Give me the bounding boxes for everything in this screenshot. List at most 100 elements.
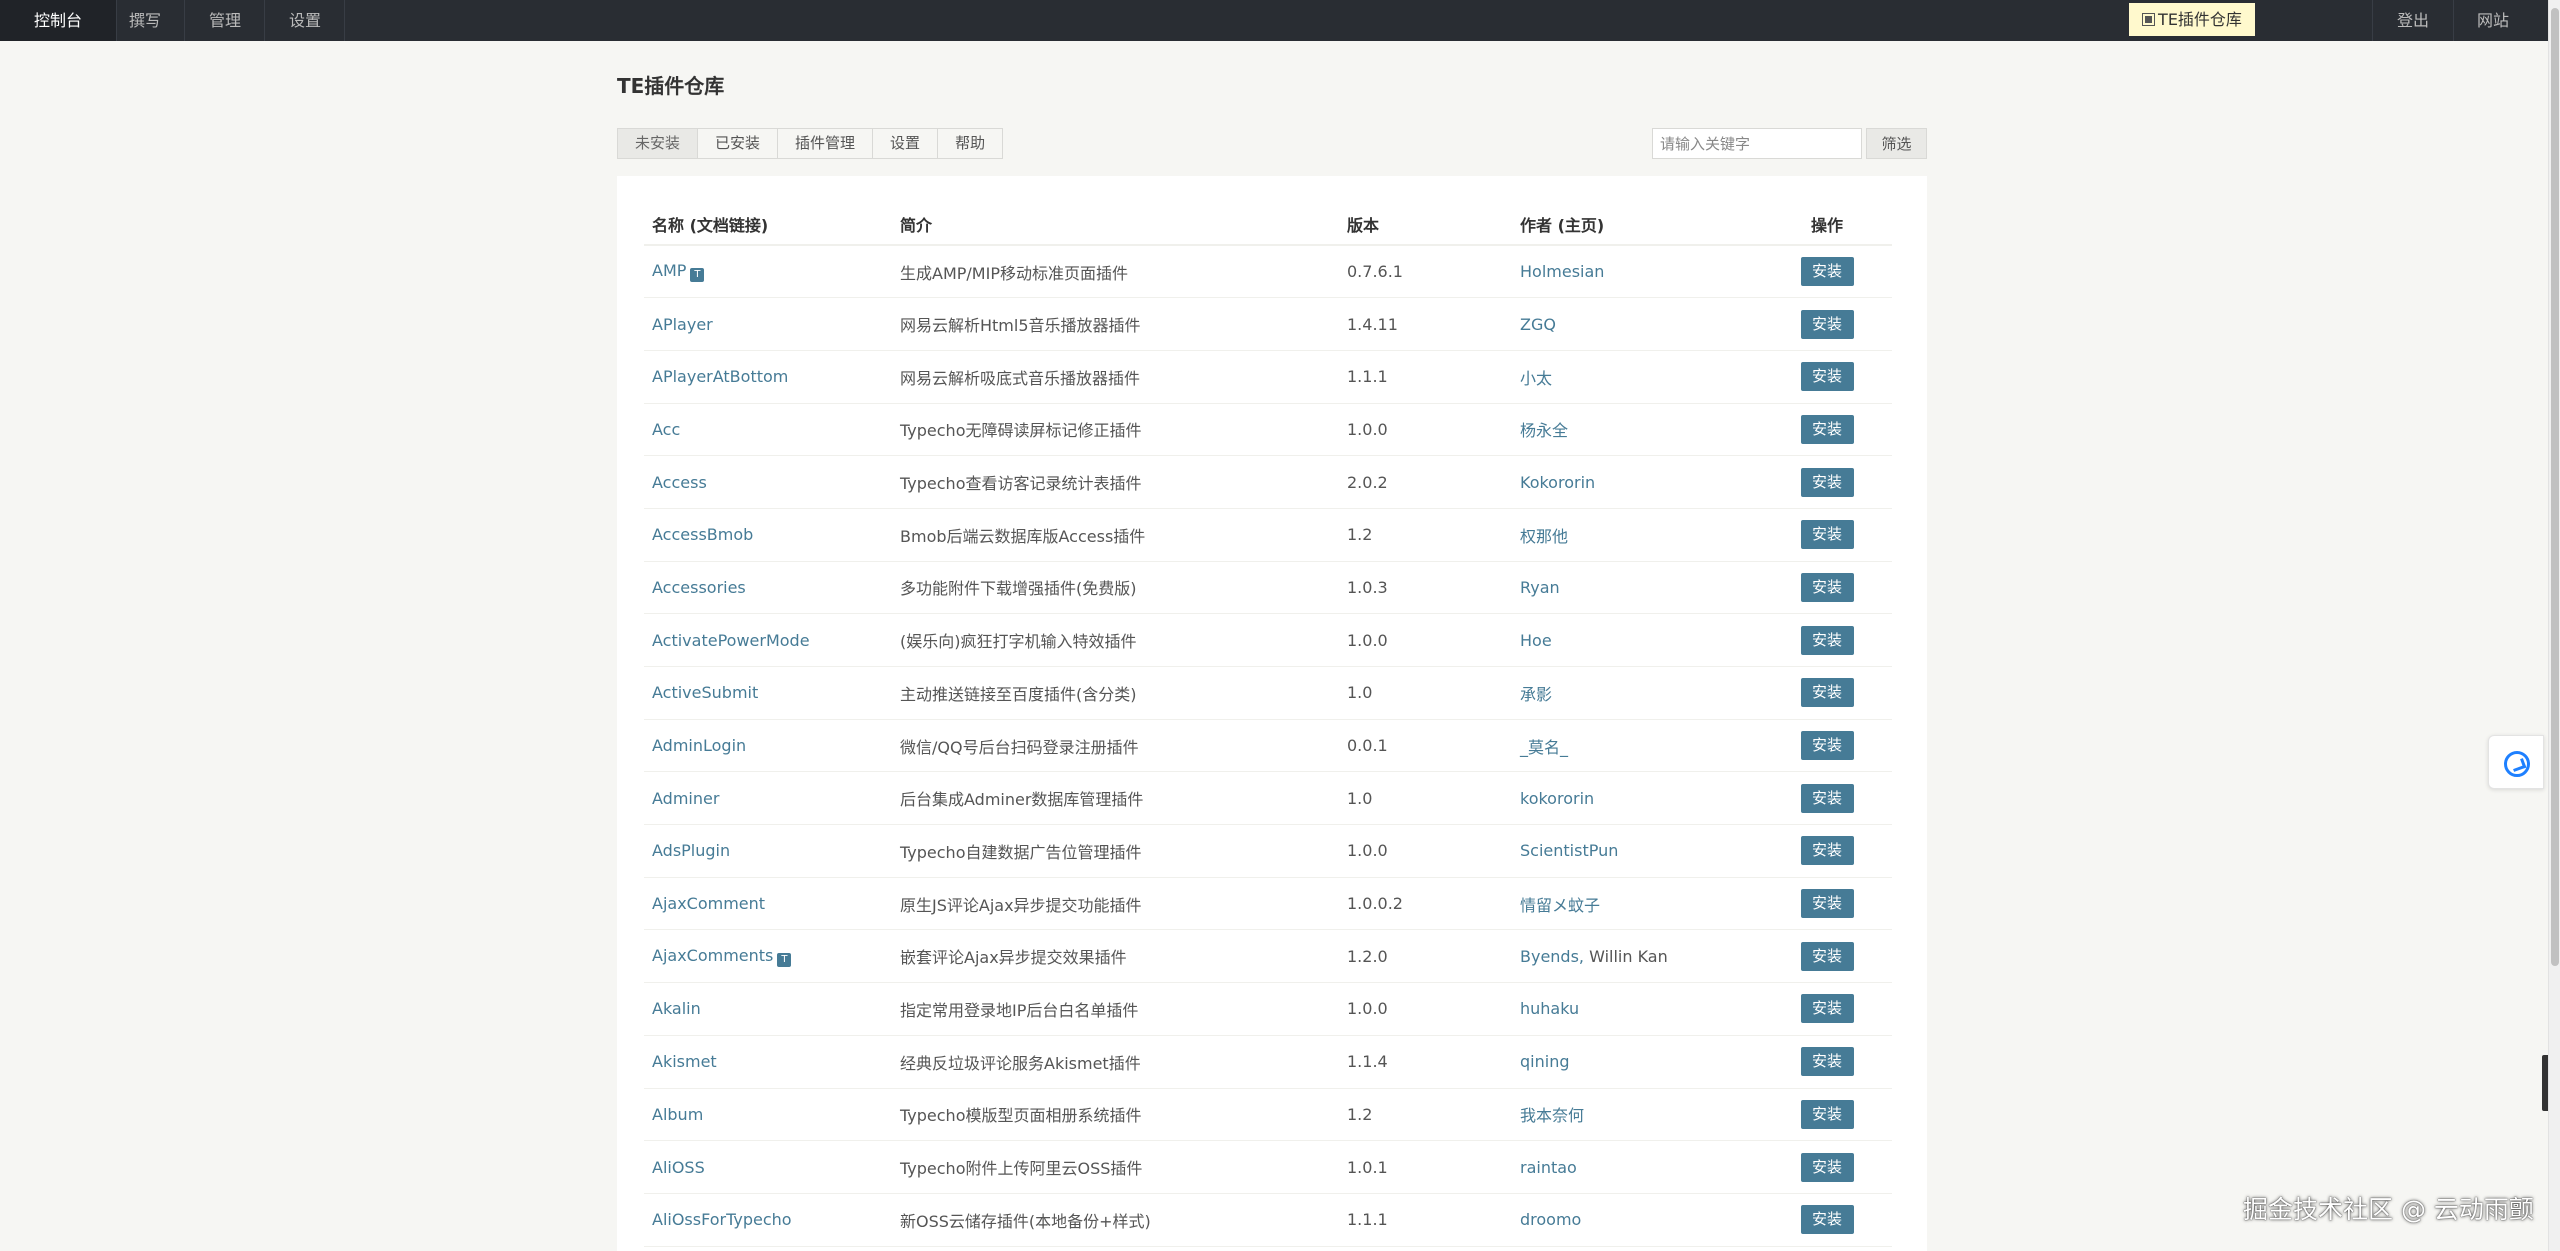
table-row: Acc Typecho无障碍读屏标记修正插件 1.0.0 杨永全 安装 bbox=[644, 403, 1892, 457]
cell-name: APlayer bbox=[644, 297, 892, 351]
plugin-name-link[interactable]: ActivatePowerMode bbox=[652, 631, 810, 650]
install-button[interactable]: 安装 bbox=[1800, 520, 1854, 550]
install-button[interactable]: 安装 bbox=[1800, 1152, 1854, 1182]
plugin-name-link[interactable]: AdminLogin bbox=[652, 736, 746, 755]
tab-installed[interactable]: 已安装 bbox=[698, 129, 779, 158]
nav-settings[interactable]: 设置 bbox=[265, 0, 345, 41]
website-link[interactable]: 网站 bbox=[2454, 0, 2532, 41]
doc-icon[interactable]: T bbox=[690, 268, 705, 283]
plugin-name-link[interactable]: Access bbox=[652, 473, 707, 492]
table-header-row: 名称 (文档链接) 简介 版本 作者 (主页) 操作 bbox=[644, 203, 1892, 246]
store-icon bbox=[2142, 13, 2156, 26]
plugin-name-link[interactable]: Accessories bbox=[652, 578, 746, 597]
scroll-thumb[interactable] bbox=[2551, 8, 2559, 966]
author-link[interactable]: droomo bbox=[1520, 1210, 1581, 1229]
page-scrollbar[interactable] bbox=[2548, 0, 2560, 1251]
install-button[interactable]: 安装 bbox=[1800, 362, 1854, 392]
author-link[interactable]: 杨永全 bbox=[1520, 421, 1568, 440]
author-link[interactable]: Kokororin bbox=[1520, 473, 1595, 492]
cell-author: 承影 bbox=[1512, 666, 1762, 720]
plugin-name-link[interactable]: Acc bbox=[652, 420, 680, 439]
plugin-name-link[interactable]: AliOSS bbox=[652, 1158, 705, 1177]
install-button[interactable]: 安装 bbox=[1800, 941, 1854, 971]
author-link[interactable]: qining bbox=[1520, 1052, 1569, 1071]
author-link[interactable]: 小太 bbox=[1520, 369, 1552, 388]
nav-dashboard[interactable]: 控制台 bbox=[0, 0, 116, 41]
cell-name: AccessBmob bbox=[644, 508, 892, 562]
cell-name: Accessories bbox=[644, 561, 892, 615]
plugin-name-link[interactable]: AMP bbox=[652, 261, 686, 280]
cell-author: ScientistPun bbox=[1512, 824, 1762, 878]
nav-write[interactable]: 撰写 bbox=[117, 0, 173, 41]
logout-link[interactable]: 登出 bbox=[2373, 0, 2453, 41]
search-input[interactable] bbox=[1652, 128, 1862, 159]
plugin-name-link[interactable]: APlayerAtBottom bbox=[652, 367, 788, 386]
cell-version: 1.0 bbox=[1339, 771, 1512, 826]
install-button[interactable]: 安装 bbox=[1800, 1047, 1854, 1077]
author-link[interactable]: Byends, bbox=[1520, 947, 1584, 966]
author-link[interactable]: 承影 bbox=[1520, 685, 1552, 704]
author-link[interactable]: 权那他 bbox=[1520, 527, 1568, 546]
author-link[interactable]: _莫名_ bbox=[1520, 738, 1568, 757]
cell-action: 安装 bbox=[1762, 508, 1892, 562]
cell-description: Typecho自建数据广告位管理插件 bbox=[892, 824, 1339, 878]
author-link[interactable]: raintao bbox=[1520, 1158, 1577, 1177]
author-link[interactable]: ScientistPun bbox=[1520, 841, 1618, 860]
doc-icon[interactable]: T bbox=[777, 952, 792, 967]
install-button[interactable]: 安装 bbox=[1800, 678, 1854, 708]
cell-action: 安装 bbox=[1762, 877, 1892, 931]
install-button[interactable]: 安装 bbox=[1800, 467, 1854, 497]
plugin-name-link[interactable]: Akismet bbox=[652, 1052, 717, 1071]
floating-assistant-button[interactable] bbox=[2488, 735, 2544, 789]
watermark: 掘金技术社区 @ 云动雨颤 bbox=[2243, 1195, 2534, 1224]
cell-version: 1.0.0 bbox=[1339, 824, 1512, 878]
nav-manage[interactable]: 管理 bbox=[185, 0, 265, 41]
tab-plugin-manage[interactable]: 插件管理 bbox=[778, 129, 874, 158]
author-link[interactable]: Holmesian bbox=[1520, 262, 1604, 281]
plugin-table: 名称 (文档链接) 简介 版本 作者 (主页) 操作 AMP T 生成AMP/MIP… bbox=[644, 203, 1892, 1247]
install-button[interactable]: 安装 bbox=[1800, 994, 1854, 1024]
cell-author: 情留メ蚊子 bbox=[1512, 877, 1762, 931]
header-description: 简介 bbox=[892, 203, 1339, 246]
install-button[interactable]: 安装 bbox=[1800, 257, 1854, 287]
plugin-name-link[interactable]: AjaxComment bbox=[652, 894, 765, 913]
author-link[interactable]: 情留メ蚊子 bbox=[1520, 896, 1600, 915]
author-link[interactable]: kokororin bbox=[1520, 789, 1594, 808]
plugin-name-link[interactable]: AdsPlugin bbox=[652, 841, 730, 860]
header-action: 操作 bbox=[1762, 203, 1892, 246]
author-link[interactable]: ZGQ bbox=[1520, 315, 1556, 334]
tab-help[interactable]: 帮助 bbox=[938, 129, 1002, 158]
tab-settings[interactable]: 设置 bbox=[873, 129, 939, 158]
install-button[interactable]: 安装 bbox=[1800, 783, 1854, 813]
install-button[interactable]: 安装 bbox=[1800, 1205, 1854, 1235]
cell-author: raintao bbox=[1512, 1140, 1762, 1194]
plugin-name-link[interactable]: Album bbox=[652, 1105, 703, 1124]
plugin-name-link[interactable]: AccessBmob bbox=[652, 525, 753, 544]
install-button[interactable]: 安装 bbox=[1800, 414, 1854, 444]
plugin-name-link[interactable]: AliOssForTypecho bbox=[652, 1210, 792, 1229]
install-button[interactable]: 安装 bbox=[1800, 625, 1854, 655]
install-button[interactable]: 安装 bbox=[1800, 1099, 1854, 1129]
install-button[interactable]: 安装 bbox=[1800, 889, 1854, 919]
author-link[interactable]: Hoe bbox=[1520, 631, 1552, 650]
plugin-name-link[interactable]: Akalin bbox=[652, 999, 701, 1018]
author-link[interactable]: Ryan bbox=[1520, 578, 1560, 597]
plugin-name-link[interactable]: Adminer bbox=[652, 789, 719, 808]
plugin-name-link[interactable]: ActiveSubmit bbox=[652, 683, 758, 702]
tab-not-installed[interactable]: 未安装 bbox=[618, 129, 699, 158]
plugin-name-link[interactable]: APlayer bbox=[652, 315, 713, 334]
install-button[interactable]: 安装 bbox=[1800, 731, 1854, 761]
cell-name: Adminer bbox=[644, 771, 892, 826]
install-button[interactable]: 安装 bbox=[1800, 572, 1854, 602]
cell-action: 安装 bbox=[1762, 613, 1892, 667]
cell-name: AjaxComment bbox=[644, 877, 892, 931]
cell-version: 1.0.0 bbox=[1339, 982, 1512, 1036]
install-button[interactable]: 安装 bbox=[1800, 836, 1854, 866]
plugin-store-button[interactable]: TE插件仓库 bbox=[2129, 3, 2255, 36]
filter-button[interactable]: 筛选 bbox=[1866, 128, 1927, 159]
plugin-name-link[interactable]: AjaxComments bbox=[652, 946, 773, 965]
author-link[interactable]: huhaku bbox=[1520, 999, 1579, 1018]
install-button[interactable]: 安装 bbox=[1800, 309, 1854, 339]
side-feedback-tab[interactable] bbox=[2542, 1055, 2548, 1111]
author-link[interactable]: 我本奈何 bbox=[1520, 1106, 1584, 1125]
